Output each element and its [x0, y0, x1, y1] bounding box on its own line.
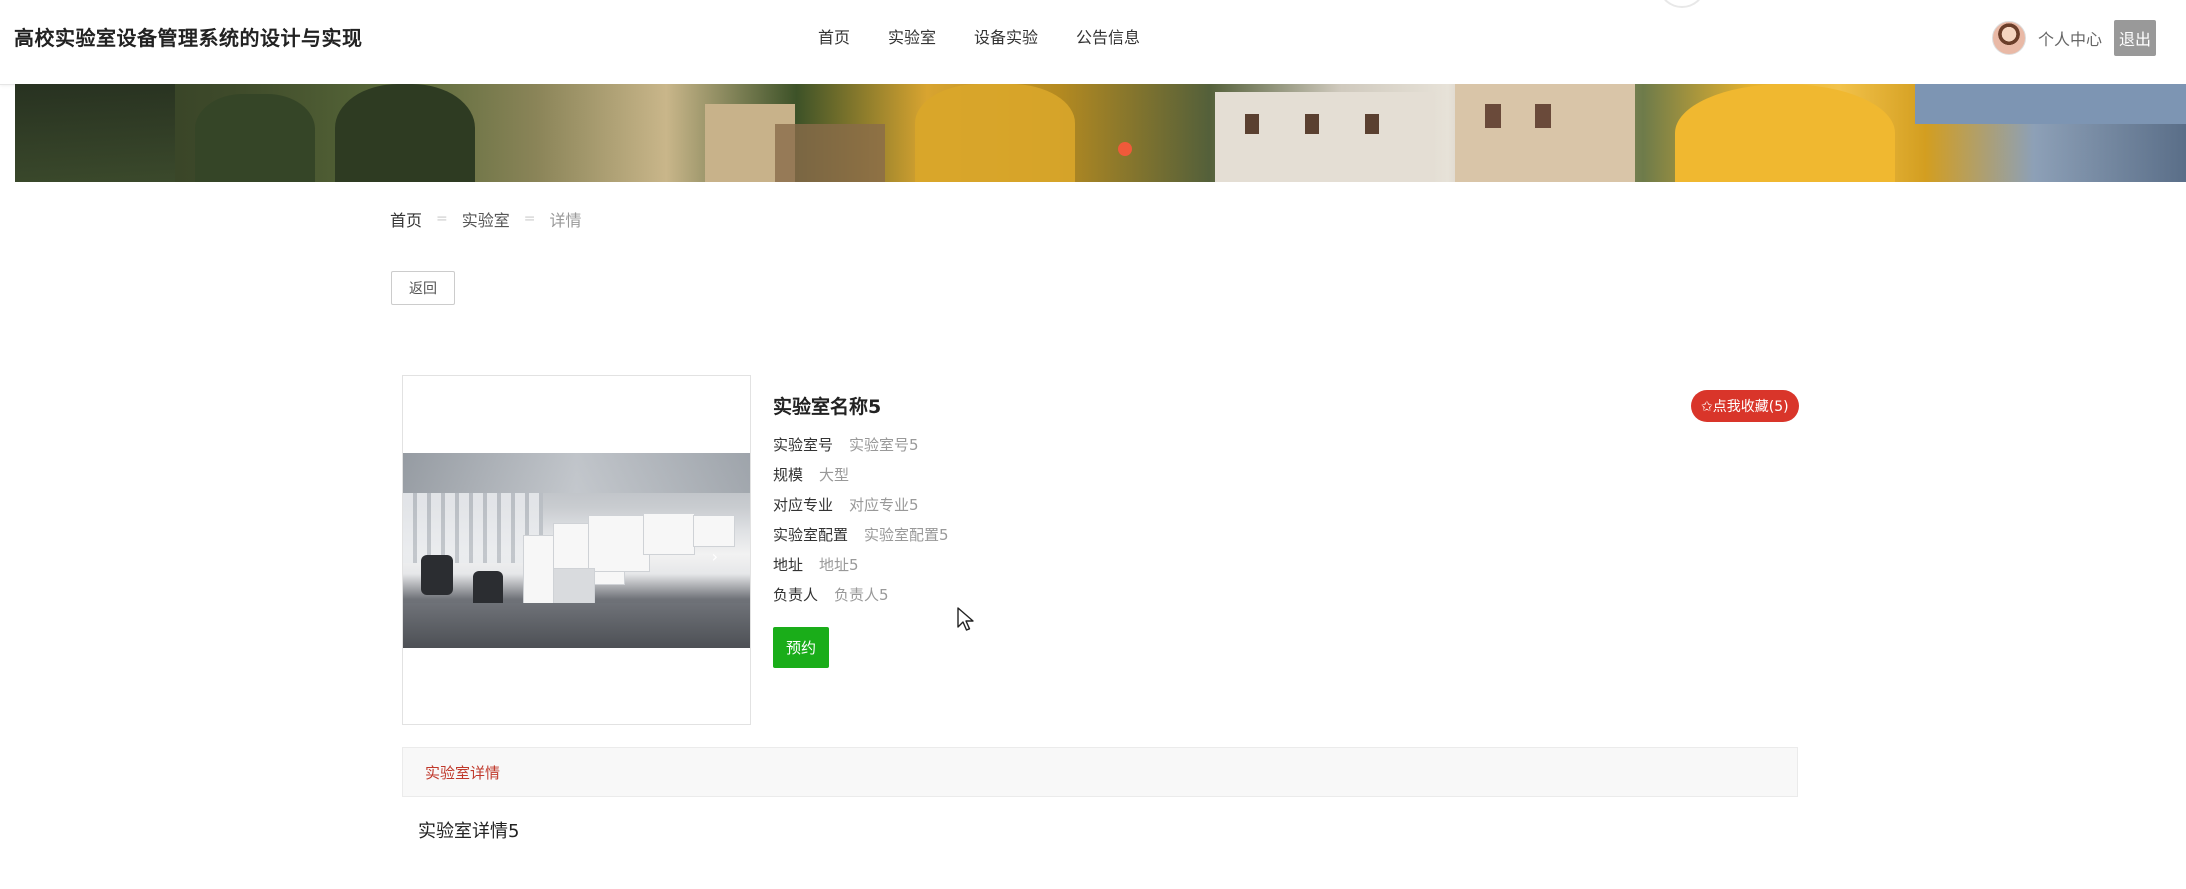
reserve-button[interactable]: 预约	[773, 627, 829, 668]
field-label: 规模	[773, 466, 804, 484]
nav-item-lab[interactable]: 实验室	[888, 24, 936, 48]
image-next-arrow-icon[interactable]: ›	[712, 547, 718, 566]
favorite-button[interactable]: ✩点我收藏(5)	[1691, 390, 1799, 422]
carousel-indicator-dot[interactable]	[1118, 142, 1132, 156]
field-value: 实验室号5	[849, 436, 919, 454]
lab-photo: ›	[403, 453, 750, 648]
field-value: 大型	[819, 466, 850, 484]
field-label: 实验室配置	[773, 526, 849, 544]
field-value: 负责人5	[834, 586, 889, 604]
tab-content-text: 实验室详情5	[418, 821, 520, 842]
field-label: 地址	[773, 556, 804, 574]
personal-center-link[interactable]: 个人中心	[2038, 26, 2102, 50]
field-value: 实验室配置5	[864, 526, 949, 544]
field-major: 对应专业 对应专业5	[773, 494, 919, 515]
avatar[interactable]	[1991, 21, 2026, 55]
breadcrumb-lab[interactable]: 实验室	[462, 207, 510, 231]
field-label: 对应专业	[773, 496, 834, 514]
breadcrumb-home[interactable]: 首页	[390, 207, 422, 231]
site-title: 高校实验室设备管理系统的设计与实现	[14, 26, 363, 50]
breadcrumb-current: 详情	[549, 211, 582, 230]
breadcrumb: 首页 = 实验室 = 详情	[390, 207, 582, 231]
field-lab-config: 实验室配置 实验室配置5	[773, 524, 949, 545]
detail-tab-bar: 实验室详情	[402, 747, 1798, 797]
field-label: 负责人	[773, 586, 819, 604]
banner-image	[15, 84, 2186, 182]
tab-lab-details[interactable]: 实验室详情	[425, 762, 500, 783]
field-label: 实验室号	[773, 436, 834, 454]
breadcrumb-separator: =	[436, 211, 448, 227]
user-area: 个人中心 退出	[1991, 20, 2156, 56]
back-button[interactable]: 返回	[391, 271, 455, 305]
lab-image-card: ›	[402, 375, 751, 725]
field-value: 对应专业5	[849, 496, 919, 514]
main-nav: 首页 实验室 设备实验 公告信息	[818, 24, 1140, 48]
logout-button[interactable]: 退出	[2113, 20, 2156, 56]
nav-item-announcements[interactable]: 公告信息	[1076, 24, 1140, 48]
field-lab-number: 实验室号 实验室号5	[773, 434, 919, 455]
nav-item-home[interactable]: 首页	[818, 24, 850, 48]
field-scale: 规模 大型	[773, 464, 849, 485]
lab-name-title: 实验室名称5	[773, 396, 882, 418]
nav-item-equipment-experiment[interactable]: 设备实验	[974, 24, 1038, 48]
field-value: 地址5	[819, 556, 859, 574]
field-address: 地址 地址5	[773, 554, 859, 575]
top-header: 高校实验室设备管理系统的设计与实现 首页 实验室 设备实验 公告信息 个人中心 …	[0, 0, 2186, 85]
breadcrumb-separator: =	[523, 211, 536, 227]
field-person-in-charge: 负责人 负责人5	[773, 584, 889, 605]
decorative-circle	[1660, 0, 1704, 8]
